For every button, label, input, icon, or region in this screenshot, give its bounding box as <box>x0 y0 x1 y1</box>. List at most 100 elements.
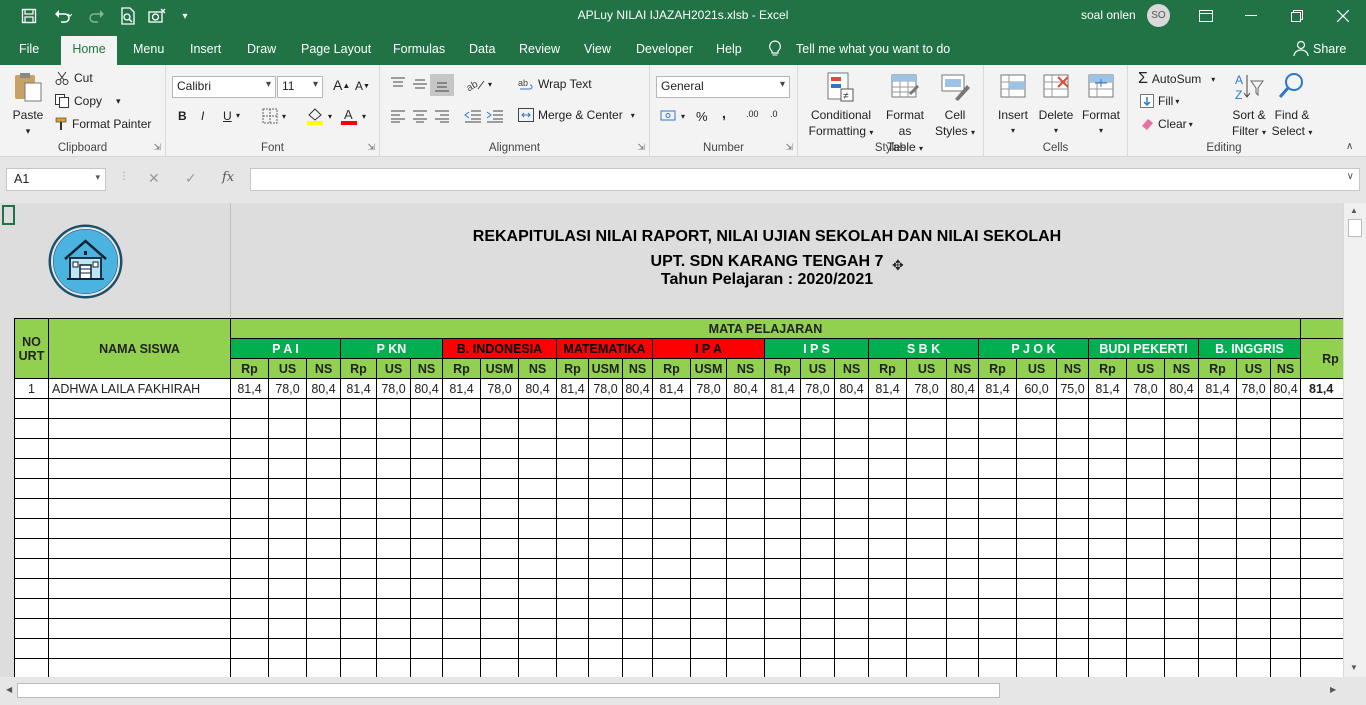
grade-cell[interactable] <box>690 458 727 479</box>
underline-dropdown-icon[interactable]: ▾ <box>236 111 240 120</box>
scroll-left-icon[interactable]: ◀ <box>6 685 12 694</box>
grade-cell[interactable] <box>376 518 411 539</box>
grade-cell[interactable] <box>690 398 727 419</box>
grade-cell[interactable]: 78,0 <box>588 378 623 399</box>
grade-cell[interactable] <box>230 638 269 659</box>
grade-cell[interactable] <box>340 618 377 639</box>
grade-cell[interactable]: 81,4 <box>340 378 377 399</box>
grade-cell[interactable] <box>906 638 947 659</box>
grade-cell-last[interactable] <box>1300 518 1343 539</box>
comma-button[interactable]: , <box>722 105 726 121</box>
grade-cell[interactable] <box>690 498 727 519</box>
grade-cell[interactable] <box>834 638 869 659</box>
grade-cell[interactable] <box>834 558 869 579</box>
grade-cell[interactable] <box>652 658 691 677</box>
grade-cell[interactable] <box>518 458 557 479</box>
grade-cell[interactable] <box>622 538 653 559</box>
grade-cell[interactable]: 81,4 <box>868 378 907 399</box>
grade-cell[interactable] <box>652 418 691 439</box>
grade-cell[interactable] <box>1126 578 1165 599</box>
grade-cell[interactable] <box>652 578 691 599</box>
grade-cell[interactable] <box>1236 538 1271 559</box>
grade-cell[interactable] <box>1198 638 1237 659</box>
grade-cell[interactable] <box>340 418 377 439</box>
increase-decimal-button[interactable]: .00 <box>746 109 759 119</box>
grade-cell[interactable] <box>906 518 947 539</box>
grade-cell[interactable] <box>230 658 269 677</box>
grade-cell[interactable] <box>1016 598 1057 619</box>
grade-cell[interactable] <box>230 478 269 499</box>
grade-cell[interactable] <box>1126 438 1165 459</box>
grade-cell[interactable] <box>230 458 269 479</box>
grade-cell[interactable]: 81,4 <box>764 378 801 399</box>
grade-cell[interactable] <box>340 538 377 559</box>
grade-cell[interactable] <box>1056 438 1089 459</box>
grade-cell[interactable] <box>1164 538 1199 559</box>
grade-cell[interactable] <box>442 558 481 579</box>
grade-cell[interactable] <box>442 438 481 459</box>
font-name-select[interactable]: Calibri ▾ <box>172 76 276 98</box>
grade-cell[interactable] <box>306 638 341 659</box>
grade-cell[interactable] <box>690 478 727 499</box>
grade-cell[interactable] <box>652 398 691 419</box>
grade-cell[interactable] <box>306 618 341 639</box>
tab-data[interactable]: Data <box>469 42 495 56</box>
grade-cell[interactable] <box>410 618 443 639</box>
find-select-button[interactable]: Find & Select ▾ <box>1270 71 1314 141</box>
grade-cell[interactable] <box>1270 598 1301 619</box>
grade-cell[interactable] <box>1270 578 1301 599</box>
grade-cell[interactable] <box>1088 638 1127 659</box>
tell-me-search[interactable]: Tell me what you want to do <box>796 42 950 56</box>
percent-button[interactable]: % <box>696 109 708 124</box>
grade-cell[interactable] <box>800 438 835 459</box>
grade-cell[interactable] <box>868 518 907 539</box>
grade-cell[interactable] <box>1088 498 1127 519</box>
grade-cell[interactable] <box>1126 558 1165 579</box>
bold-button[interactable]: B <box>178 109 187 123</box>
grade-cell[interactable] <box>410 658 443 677</box>
grade-cell[interactable] <box>800 598 835 619</box>
grade-cell[interactable] <box>906 558 947 579</box>
grade-cell[interactable] <box>376 578 411 599</box>
grade-cell[interactable] <box>690 438 727 459</box>
grade-cell[interactable]: 80,4 <box>1270 378 1301 399</box>
align-bottom-icon[interactable] <box>430 74 454 96</box>
grade-cell[interactable] <box>800 398 835 419</box>
increase-indent-icon[interactable] <box>486 109 504 123</box>
grade-cell[interactable] <box>978 438 1017 459</box>
grade-cell[interactable] <box>1270 558 1301 579</box>
grade-cell[interactable] <box>556 458 589 479</box>
grade-cell[interactable] <box>978 398 1017 419</box>
grade-cell[interactable] <box>726 498 765 519</box>
font-launcher-icon[interactable]: ⇲ <box>367 142 375 153</box>
grade-cell[interactable] <box>906 398 947 419</box>
fill-color-icon[interactable]: ▾ <box>306 107 332 125</box>
grade-cell[interactable] <box>800 658 835 677</box>
grade-cell[interactable] <box>1056 598 1089 619</box>
grade-cell[interactable] <box>410 458 443 479</box>
grade-cell[interactable]: 81,4 <box>556 378 589 399</box>
grade-cell[interactable] <box>800 518 835 539</box>
grade-cell[interactable] <box>442 478 481 499</box>
font-size-select[interactable]: 11 ▾ <box>277 76 323 98</box>
grade-cell[interactable] <box>556 538 589 559</box>
grade-cell[interactable] <box>764 538 801 559</box>
grade-cell[interactable] <box>376 458 411 479</box>
grade-cell[interactable] <box>230 598 269 619</box>
copy-dropdown-icon[interactable]: ▾ <box>116 96 121 107</box>
grade-cell[interactable] <box>1198 478 1237 499</box>
grade-cell[interactable] <box>868 558 907 579</box>
grade-cell-last[interactable] <box>1300 498 1343 519</box>
grade-cell[interactable] <box>1126 598 1165 619</box>
grade-cell[interactable] <box>906 498 947 519</box>
grade-cell[interactable] <box>906 438 947 459</box>
grade-cell[interactable] <box>306 578 341 599</box>
grade-cell[interactable] <box>306 558 341 579</box>
grade-cell[interactable] <box>978 418 1017 439</box>
grade-cell[interactable] <box>1056 578 1089 599</box>
grade-cell[interactable] <box>1016 658 1057 677</box>
grade-cell[interactable] <box>652 538 691 559</box>
grade-cell[interactable] <box>442 618 481 639</box>
grade-cell[interactable] <box>690 598 727 619</box>
grade-cell[interactable] <box>1198 578 1237 599</box>
